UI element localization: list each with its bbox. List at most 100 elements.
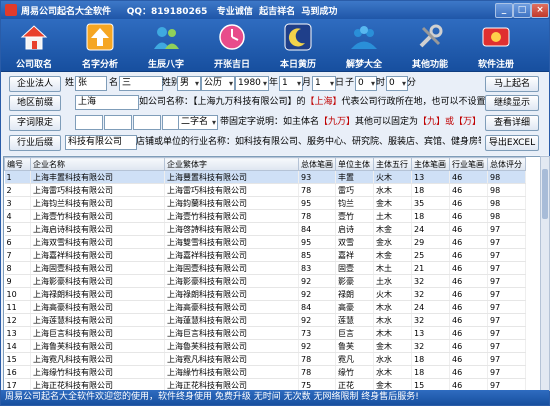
tool-dream[interactable]: 解梦大全	[333, 21, 395, 70]
table-row[interactable]: 4 上海壹竹科技有限公司 上海壹竹科技有限公司 78 壹竹 土木 18 46 98	[4, 209, 526, 223]
table-cell: 18	[411, 183, 450, 197]
scrollbar-thumb[interactable]	[542, 169, 548, 219]
table-cell: 13	[411, 326, 450, 340]
table-row[interactable]: 3 上海钧兰科技有限公司 上海鈞蘭科技有限公司 95 钧兰 金木 35 46 98	[4, 196, 526, 210]
table-row[interactable]: 15 上海霓凡科技有限公司 上海霓凡科技有限公司 78 霓凡 水水 18 46 97	[4, 352, 526, 366]
continue-button[interactable]: 继续显示	[485, 95, 539, 111]
char-input-1[interactable]	[75, 115, 103, 130]
column-header[interactable]: 总体评分	[487, 157, 526, 171]
table-cell: 29	[411, 235, 450, 249]
table-cell: 金木	[373, 196, 412, 210]
tool-name-analysis[interactable]: 名字分析	[69, 21, 131, 70]
table-cell: 13	[4, 326, 31, 340]
table-cell: 78	[298, 365, 336, 379]
register-icon	[482, 27, 510, 47]
table-cell: 21	[411, 261, 450, 275]
column-header[interactable]: 总体笔画	[298, 157, 336, 171]
industry-suffix-button[interactable]: 行业后缀	[9, 135, 61, 151]
day-select[interactable]: 1	[312, 76, 336, 91]
export-excel-button[interactable]: 导出EXCEL	[485, 135, 539, 151]
table-cell: 上海莲慧科技有限公司	[30, 313, 165, 327]
table-cell: 上海高豪科技有限公司	[30, 300, 165, 314]
table-cell: 32	[411, 287, 450, 301]
tool-label: 开张吉日	[213, 60, 250, 70]
table-row[interactable]: 9 上海影豪科技有限公司 上海影豪科技有限公司 92 影豪 土水 32 46 97	[4, 274, 526, 288]
calendar-select[interactable]: 公历	[201, 76, 235, 91]
table-cell: 78	[298, 209, 336, 223]
tool-register[interactable]: 软件注册	[465, 21, 527, 70]
legal-person-button[interactable]: 企业法人	[9, 76, 61, 92]
table-row[interactable]: 7 上海嘉祥科技有限公司 上海嘉祥科技有限公司 85 嘉祥 木金 25 46 97	[4, 248, 526, 262]
view-detail-button[interactable]: 查看详细	[485, 115, 539, 131]
hour-unit: 时	[376, 78, 386, 88]
table-row[interactable]: 10 上海禄朗科技有限公司 上海祿朗科技有限公司 92 禄朗 火木 32 46 97	[4, 287, 526, 301]
table-cell: 18	[411, 209, 450, 223]
table-cell: 97	[487, 235, 526, 249]
minute-select[interactable]: 0	[386, 76, 408, 91]
slogan-1: 专业诚信	[216, 7, 253, 17]
table-cell: 46	[449, 300, 488, 314]
table-row[interactable]: 1 上海丰置科技有限公司 上海豐置科技有限公司 93 丰置 火木 13 46 98	[4, 170, 526, 184]
region-input[interactable]: 上海	[75, 95, 139, 110]
tool-almanac[interactable]: 本日黄历	[267, 21, 329, 70]
year-select[interactable]: 1980	[235, 76, 269, 91]
table-row[interactable]: 14 上海鲁芙科技有限公司 上海魯芙科技有限公司 92 鲁芙 金木 32 46 97	[4, 339, 526, 353]
column-header[interactable]: 行业笔画	[449, 157, 488, 171]
table-cell: 上海禄朗科技有限公司	[30, 287, 165, 301]
column-header[interactable]: 企业繁体字	[164, 157, 299, 171]
column-header[interactable]: 单位主体	[335, 157, 374, 171]
table-cell: 缘竹	[335, 365, 374, 379]
gender-select[interactable]: 男	[177, 76, 201, 91]
slogan-3: 马到成功	[301, 7, 338, 17]
char-input-2[interactable]	[104, 115, 132, 130]
char-input-3[interactable]	[133, 115, 161, 130]
table-cell: 15	[4, 352, 31, 366]
table-cell: 上海祿朗科技有限公司	[164, 287, 299, 301]
table-cell: 46	[449, 183, 488, 197]
table-cell: 上海丰置科技有限公司	[30, 170, 165, 184]
tool-other[interactable]: 其他功能	[399, 21, 461, 70]
given-name-input[interactable]: 三	[119, 76, 163, 91]
column-header[interactable]: 主体五行	[373, 157, 412, 171]
table-cell: 固壹	[335, 261, 374, 275]
tool-opening-day[interactable]: 开张吉日	[201, 21, 263, 70]
table-row[interactable]: 6 上海双雪科技有限公司 上海雙雪科技有限公司 95 双雪 金水 29 46 97	[4, 235, 526, 249]
region-prefix-button[interactable]: 地区前缀	[9, 95, 61, 111]
table-cell: 25	[411, 248, 450, 262]
table-scrollbar[interactable]	[540, 156, 550, 391]
table-row[interactable]: 8 上海固壹科技有限公司 上海固壹科技有限公司 83 固壹 木土 21 46 97	[4, 261, 526, 275]
table-row[interactable]: 12 上海莲慧科技有限公司 上海蓮慧科技有限公司 92 莲慧 木水 32 46 97	[4, 313, 526, 327]
column-header[interactable]: 企业名称	[30, 157, 165, 171]
month-select[interactable]: 1	[279, 76, 303, 91]
table-row[interactable]: 2 上海雷巧科技有限公司 上海雷巧科技有限公司 78 雷巧 水木 18 46 98	[4, 183, 526, 197]
minimize-button[interactable]: _	[495, 3, 513, 18]
table-row[interactable]: 16 上海缘竹科技有限公司 上海緣竹科技有限公司 78 缘竹 水木 18 46 97	[4, 365, 526, 379]
maximize-button[interactable]: □	[513, 3, 531, 18]
table-cell: 83	[298, 261, 336, 275]
region-hint-mark: 【上海】	[305, 97, 342, 107]
table-row[interactable]: 5 上海启诗科技有限公司 上海啓詩科技有限公司 84 启诗 木金 24 46 97	[4, 222, 526, 236]
table-cell: 上海嘉祥科技有限公司	[30, 248, 165, 262]
tool-birth-bazi[interactable]: 生辰八字	[135, 21, 197, 70]
people-icon	[154, 27, 179, 49]
table-cell: 水木	[373, 183, 412, 197]
column-header[interactable]: 编号	[4, 157, 31, 171]
tool-company-naming[interactable]: 公司取名	[3, 21, 65, 70]
hour-select[interactable]: 0	[355, 76, 377, 91]
table-cell: 97	[487, 326, 526, 340]
surname-input[interactable]: 张	[75, 76, 107, 91]
table-row[interactable]: 11 上海高豪科技有限公司 上海高豪科技有限公司 84 高豪 木水 24 46 97	[4, 300, 526, 314]
industry-input[interactable]: 科技有限公司	[65, 135, 137, 150]
region-hint: 如公司名称：【上海九万科技有限公司】的【上海】代表公司行政所在地，也可以不设置	[139, 95, 486, 109]
char-hint-mark-1: 【九万】	[319, 117, 356, 127]
qq-number: QQ：819180265	[126, 7, 208, 17]
table-row[interactable]: 13 上海巨言科技有限公司 上海巨言科技有限公司 73 巨言 木木 13 46 97	[4, 326, 526, 340]
start-naming-button[interactable]: 马上起名	[485, 76, 539, 92]
table-cell: 98	[487, 170, 526, 184]
tool-label: 本日黄历	[279, 60, 316, 70]
close-button[interactable]: ×	[531, 3, 549, 18]
column-header[interactable]: 主体笔画	[411, 157, 450, 171]
char-count-select[interactable]: 二字名	[178, 115, 218, 130]
char-limit-button[interactable]: 字词限定	[9, 115, 61, 131]
app-icon	[5, 4, 17, 16]
